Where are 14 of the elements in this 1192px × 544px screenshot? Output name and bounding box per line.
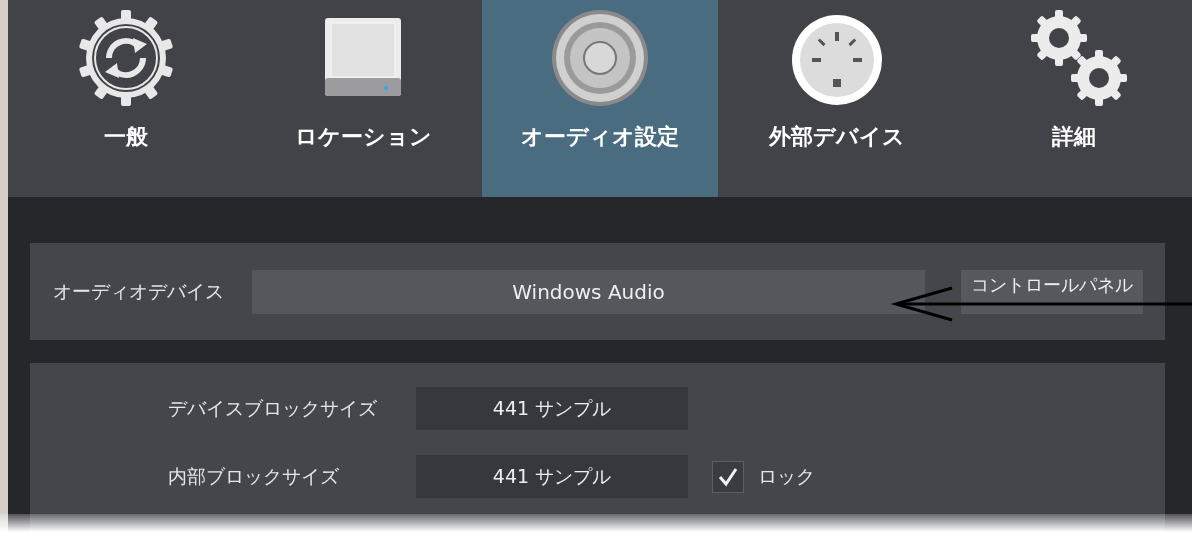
control-panel-button[interactable]: コントロールパネル [961, 269, 1143, 314]
field-label: オーディオデバイス [53, 278, 224, 304]
lock-checkbox[interactable] [712, 460, 744, 493]
tab[interactable]: 外部デバイス [718, 0, 956, 197]
tab[interactable]: 一般 [8, 0, 245, 197]
tab[interactable]: ロケーション [244, 0, 482, 197]
field-label: 内部ブロックサイズ [168, 463, 340, 489]
checkbox-label: ロック [758, 463, 816, 489]
value-field[interactable]: 441 サンプル [416, 387, 688, 430]
device-dropdown[interactable]: Windows Audio [252, 269, 925, 314]
tab[interactable]: 詳細 [955, 0, 1192, 197]
tab[interactable]: オーディオ設定 [481, 0, 719, 197]
value-field[interactable]: 441 サンプル [416, 455, 688, 498]
field-label: デバイスブロックサイズ [168, 395, 378, 421]
